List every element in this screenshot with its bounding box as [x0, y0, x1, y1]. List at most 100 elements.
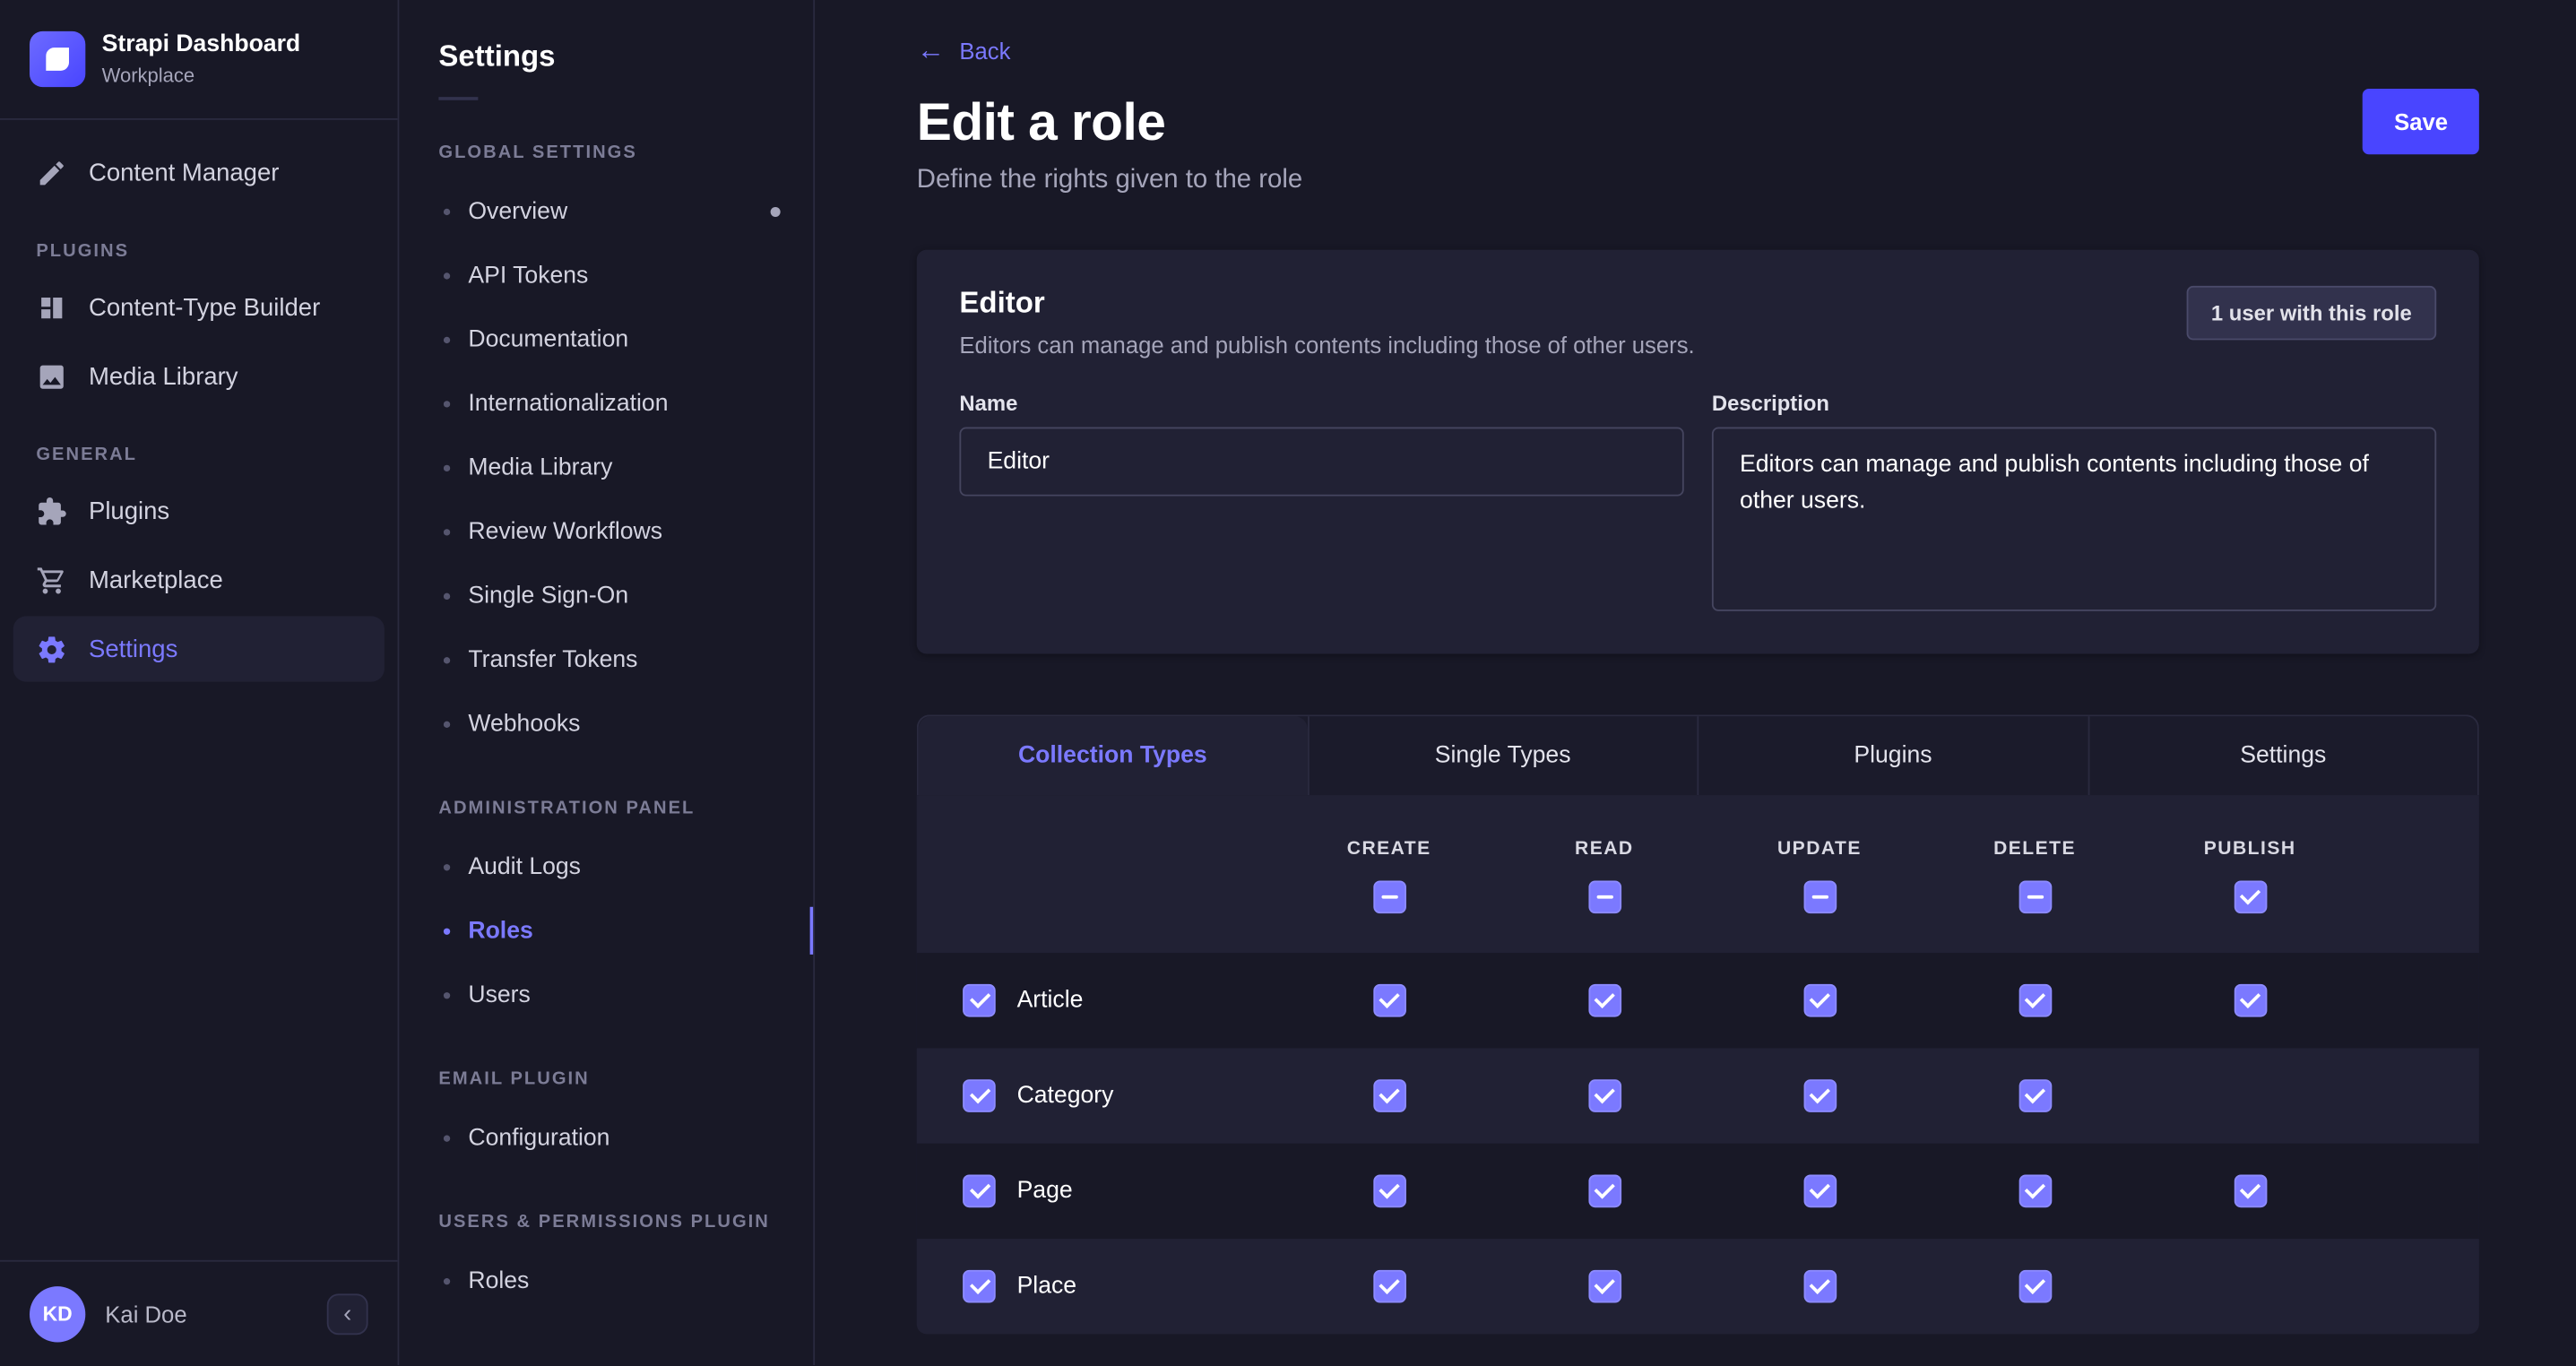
bullet-icon: [444, 656, 450, 662]
subnav-item-media-library[interactable]: Media Library: [399, 436, 813, 499]
workspace-name: Workplace: [102, 64, 301, 87]
category-update-checkbox[interactable]: [1803, 1079, 1837, 1112]
select-all-publish-checkbox[interactable]: [2234, 880, 2267, 913]
page-create-checkbox[interactable]: [1372, 1175, 1405, 1208]
category-read-checkbox[interactable]: [1588, 1079, 1621, 1112]
subnav-item-review-workflows[interactable]: Review Workflows: [399, 499, 813, 563]
subnav-item-webhooks[interactable]: Webhooks: [399, 692, 813, 756]
subnav-section-label: GLOBAL SETTINGS: [438, 143, 774, 162]
subnav-item-roles[interactable]: Roles: [399, 899, 813, 963]
workspace-switcher[interactable]: Strapi Dashboard Workplace: [0, 0, 398, 120]
sidebar-item-label: Content Manager: [89, 159, 279, 186]
select-all-read-checkbox[interactable]: [1588, 880, 1621, 913]
sidebar-item-media-library[interactable]: Media Library: [13, 343, 385, 409]
perm-cell: [1927, 1175, 2142, 1208]
article-create-checkbox[interactable]: [1372, 984, 1405, 1017]
role-name-heading: Editor: [959, 286, 1694, 320]
perm-cell: [1927, 984, 2142, 1017]
select-all-delete-checkbox[interactable]: [2018, 880, 2052, 913]
category-create-checkbox[interactable]: [1372, 1079, 1405, 1112]
app-title: Strapi Dashboard: [102, 31, 301, 60]
role-description-input[interactable]: Editors can manage and publish contents …: [1712, 428, 2436, 611]
subnav-item-overview[interactable]: Overview: [399, 179, 813, 243]
article-read-checkbox[interactable]: [1588, 984, 1621, 1017]
sidebar-item-label: Media Library: [89, 362, 238, 390]
sidebar-item-content-type-builder[interactable]: Content-Type Builder: [13, 274, 385, 340]
tab-collection-types[interactable]: Collection Types: [919, 716, 1307, 795]
avatar[interactable]: KD: [30, 1285, 85, 1341]
perm-column-label: READ: [1575, 840, 1634, 860]
bullet-icon: [444, 400, 450, 406]
page-update-checkbox[interactable]: [1803, 1175, 1837, 1208]
name-field: Name: [959, 391, 1683, 496]
subnav-item-internationalization[interactable]: Internationalization: [399, 371, 813, 435]
subnav-item-label: Users: [468, 981, 530, 1007]
role-card-head: Editor Editors can manage and publish co…: [959, 286, 2436, 359]
bullet-icon: [444, 464, 450, 471]
subnav-section-label: ADMINISTRATION PANEL: [438, 799, 774, 818]
plugins-icon: [36, 496, 67, 527]
users-with-role-button[interactable]: 1 user with this role: [2186, 286, 2436, 340]
chevron-left-icon: ‹: [343, 1301, 351, 1326]
sidebar-item-content-manager[interactable]: Content Manager: [13, 140, 385, 205]
sidebar-item-settings[interactable]: Settings: [13, 616, 385, 681]
page-read-checkbox[interactable]: [1588, 1175, 1621, 1208]
brand-text: Strapi Dashboard Workplace: [102, 31, 301, 86]
subnav-item-single-sign-on[interactable]: Single Sign-On: [399, 564, 813, 627]
back-link[interactable]: ← Back: [917, 36, 1011, 64]
category-delete-checkbox[interactable]: [2018, 1079, 2052, 1112]
subnav-item-label: Webhooks: [468, 711, 580, 737]
select-all-update-checkbox[interactable]: [1803, 880, 1837, 913]
subnav-item-label: Configuration: [468, 1125, 609, 1151]
tab-single-types[interactable]: Single Types: [1307, 716, 1697, 795]
select-all-create-checkbox[interactable]: [1372, 880, 1405, 913]
main-content: ← Back Edit a role Save Define the right…: [815, 0, 2576, 1365]
permission-row-head: Place: [917, 1270, 1282, 1303]
perm-column-label: PUBLISH: [2204, 840, 2296, 860]
sidebar-footer: KD Kai Doe ‹: [0, 1260, 398, 1365]
tab-plugins[interactable]: Plugins: [1697, 716, 2087, 795]
page-publish-checkbox[interactable]: [2234, 1175, 2267, 1208]
permission-row-article: Article: [917, 953, 2479, 1048]
perm-column-label: DELETE: [1993, 840, 2076, 860]
perm-column-delete: DELETE: [1927, 840, 2142, 913]
row-place-checkbox[interactable]: [963, 1270, 996, 1303]
main-sidebar: Strapi Dashboard Workplace Content Manag…: [0, 0, 399, 1365]
subnav-item-documentation[interactable]: Documentation: [399, 307, 813, 371]
place-create-checkbox[interactable]: [1372, 1270, 1405, 1303]
permission-row-category: Category: [917, 1048, 2479, 1143]
subnav-item-configuration[interactable]: Configuration: [399, 1106, 813, 1170]
collapse-sidebar-button[interactable]: ‹: [327, 1293, 368, 1335]
subnav-item-label: Transfer Tokens: [468, 646, 637, 672]
subnav-item-roles[interactable]: Roles: [399, 1249, 813, 1312]
subnav-item-api-tokens[interactable]: API Tokens: [399, 243, 813, 307]
article-publish-checkbox[interactable]: [2234, 984, 2267, 1017]
notification-dot-icon: [771, 206, 781, 216]
place-delete-checkbox[interactable]: [2018, 1270, 2052, 1303]
permission-row-place: Place: [917, 1239, 2479, 1334]
perm-column-update: UPDATE: [1712, 840, 1927, 913]
page-delete-checkbox[interactable]: [2018, 1175, 2052, 1208]
save-button[interactable]: Save: [2363, 89, 2479, 154]
bullet-icon: [444, 336, 450, 342]
place-read-checkbox[interactable]: [1588, 1270, 1621, 1303]
sidebar-item-marketplace[interactable]: Marketplace: [13, 547, 385, 612]
perm-column-create: CREATE: [1282, 840, 1497, 913]
article-update-checkbox[interactable]: [1803, 984, 1837, 1017]
row-article-checkbox[interactable]: [963, 984, 996, 1017]
place-update-checkbox[interactable]: [1803, 1270, 1837, 1303]
subnav-item-users[interactable]: Users: [399, 963, 813, 1026]
role-name-input[interactable]: [959, 428, 1683, 497]
row-page-checkbox[interactable]: [963, 1175, 996, 1208]
subnav-item-transfer-tokens[interactable]: Transfer Tokens: [399, 627, 813, 691]
article-delete-checkbox[interactable]: [2018, 984, 2052, 1017]
tab-settings[interactable]: Settings: [2088, 716, 2477, 795]
subnav-groups: GLOBAL SETTINGS Overview API Tokens Documen…: [399, 143, 813, 1312]
content-type-label: Category: [1017, 1083, 1114, 1109]
sidebar-item-plugins[interactable]: Plugins: [13, 478, 385, 543]
row-category-checkbox[interactable]: [963, 1079, 996, 1112]
subnav-item-label: API Tokens: [468, 262, 588, 288]
sidebar-item-label: Content-Type Builder: [89, 293, 320, 321]
content-type-label: Place: [1017, 1274, 1077, 1300]
subnav-item-audit-logs[interactable]: Audit Logs: [399, 834, 813, 898]
